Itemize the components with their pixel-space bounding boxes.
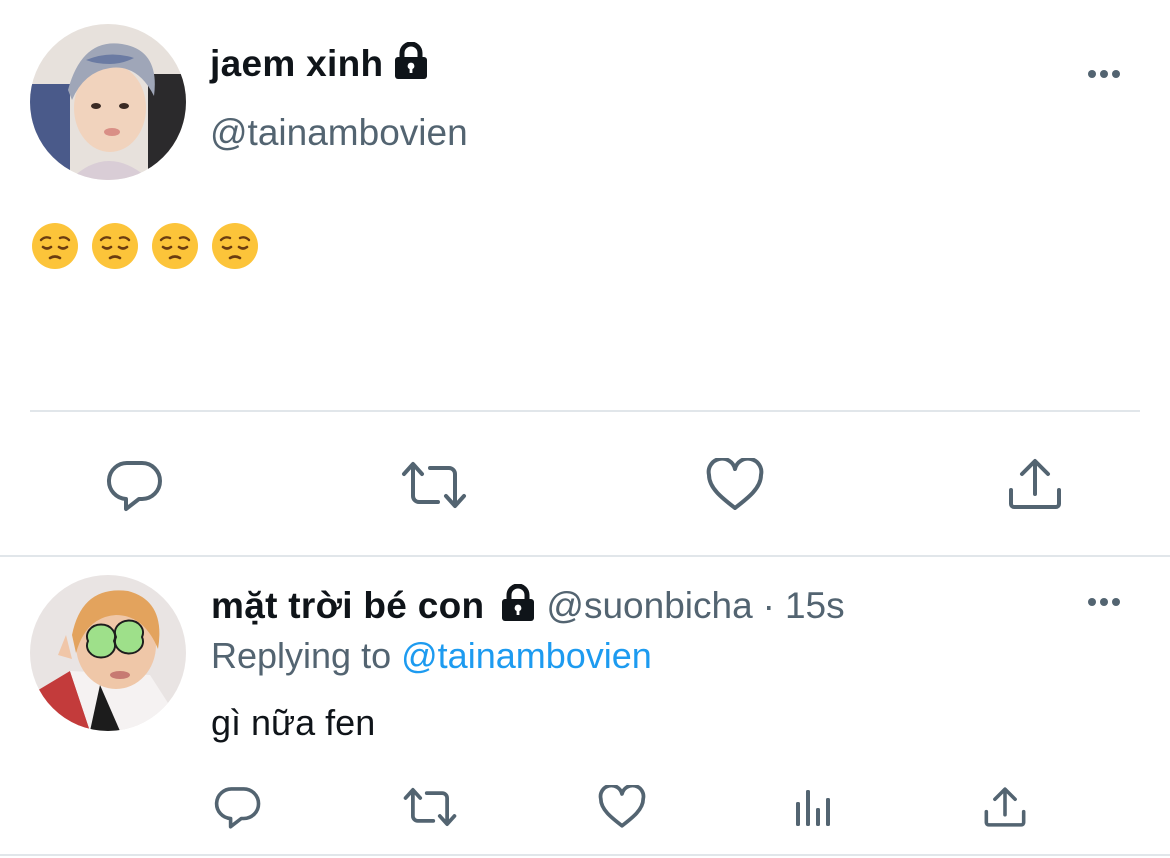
divider — [30, 410, 1140, 412]
avatar-image — [30, 24, 186, 180]
avatar-image — [30, 575, 186, 731]
handle[interactable]: @suonbicha — [546, 585, 752, 627]
reply-icon — [106, 460, 162, 511]
avatar[interactable] — [30, 24, 186, 180]
separator: · — [762, 584, 775, 626]
replying-to-link[interactable]: @tainambovien — [401, 635, 652, 676]
retweet-button[interactable] — [400, 458, 468, 512]
like-icon — [598, 785, 646, 828]
analytics-button[interactable] — [794, 786, 834, 828]
lock-icon — [500, 583, 536, 627]
avatar[interactable] — [30, 575, 186, 731]
reply-button[interactable] — [106, 457, 164, 513]
like-button[interactable] — [598, 785, 646, 829]
replying-to-line: Replying to @tainambovien — [211, 635, 652, 677]
divider — [0, 854, 1170, 856]
pensive-face-emoji — [212, 223, 258, 269]
handle[interactable]: @tainambovien — [210, 112, 468, 154]
pensive-face-emoji — [92, 223, 138, 269]
retweet-icon — [403, 788, 457, 826]
share-icon — [1009, 459, 1061, 509]
retweet-icon — [402, 462, 466, 508]
share-icon — [984, 787, 1026, 827]
more-options-icon[interactable] — [1088, 70, 1120, 78]
lock-icon — [393, 41, 429, 85]
pensive-face-emoji — [152, 223, 198, 269]
display-name[interactable]: jaem xinh — [210, 43, 383, 85]
share-button[interactable] — [984, 786, 1026, 828]
analytics-icon — [796, 790, 830, 826]
display-name[interactable]: mặt trời bé con — [211, 585, 484, 627]
reply-icon — [214, 787, 261, 829]
retweet-button[interactable] — [402, 785, 458, 829]
pensive-face-emoji — [32, 223, 78, 269]
more-options-icon[interactable] — [1088, 598, 1120, 606]
timestamp[interactable]: 15s — [785, 585, 845, 627]
tweet-text: gì nữa fen — [211, 702, 376, 743]
replying-label: Replying to — [211, 635, 392, 676]
reply-button[interactable] — [214, 784, 262, 830]
like-icon — [706, 458, 764, 510]
tweet-content — [31, 222, 259, 270]
share-button[interactable] — [1008, 458, 1062, 510]
divider — [0, 555, 1170, 557]
like-button[interactable] — [706, 458, 764, 512]
